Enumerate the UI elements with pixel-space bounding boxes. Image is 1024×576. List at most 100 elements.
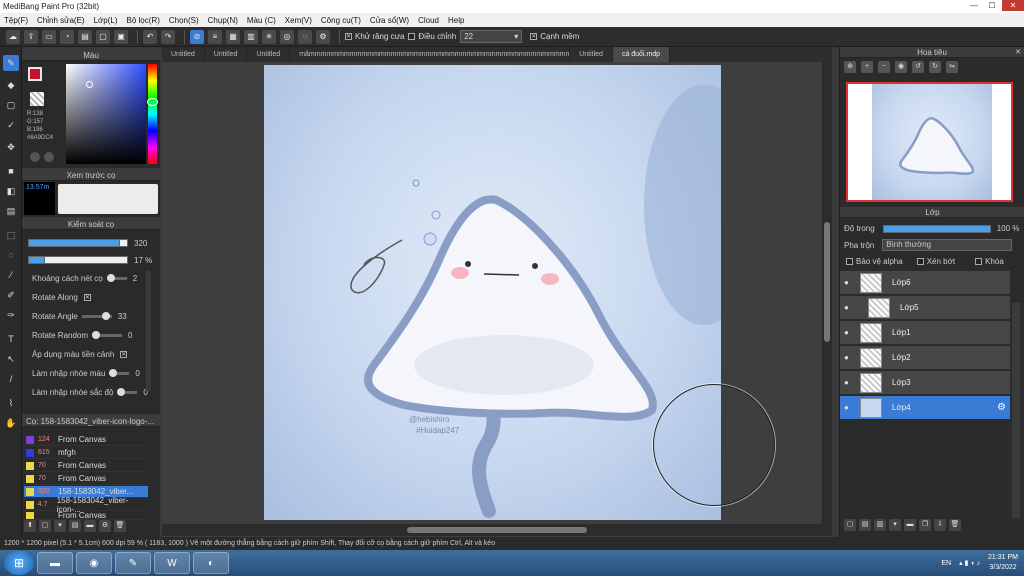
shape-icon[interactable]: ■ bbox=[3, 163, 19, 179]
palette-icon[interactable] bbox=[44, 152, 54, 162]
brush-item[interactable]: From Canvas bbox=[24, 512, 148, 520]
rotate-right-icon[interactable]: ↻ bbox=[929, 61, 941, 73]
menu-filter[interactable]: Bộ lọc(R) bbox=[127, 16, 160, 25]
visibility-eye-icon[interactable]: ● bbox=[844, 328, 852, 337]
layer-menu-icon[interactable]: ▾ bbox=[889, 519, 901, 531]
grid-snap-icon[interactable]: ▦ bbox=[226, 29, 240, 44]
new-8bit-layer-icon[interactable]: ▥ bbox=[874, 519, 886, 531]
curve-snap-icon[interactable]: ◌ bbox=[298, 29, 312, 44]
layer-row[interactable]: ● Lớp5 bbox=[840, 296, 1010, 320]
operation-icon[interactable]: ↖ bbox=[3, 351, 19, 367]
upload-icon[interactable]: ⇪ bbox=[24, 29, 38, 44]
horizontal-scrollbar[interactable] bbox=[162, 524, 832, 536]
zoom-out-icon[interactable]: − bbox=[878, 61, 890, 73]
close-panel-icon[interactable]: ✕ bbox=[1015, 47, 1021, 58]
visibility-eye-icon[interactable]: ● bbox=[844, 303, 852, 312]
visibility-eye-icon[interactable]: ● bbox=[844, 353, 852, 362]
medibang-icon[interactable]: ◐ bbox=[193, 552, 229, 574]
foreground-color[interactable] bbox=[28, 67, 42, 81]
brush-item[interactable]: 70 From Canvas bbox=[24, 473, 148, 485]
correction-checkbox[interactable] bbox=[408, 33, 416, 40]
delete-icon[interactable]: 🗑 bbox=[114, 520, 126, 532]
new-brush-icon[interactable]: ▤ bbox=[69, 520, 81, 532]
brush-item[interactable]: 124 From Canvas bbox=[24, 434, 148, 446]
snap-off-icon[interactable]: ⊘ bbox=[190, 29, 204, 44]
new-layer-icon[interactable]: ▢ bbox=[844, 519, 856, 531]
rotate-angle-knob[interactable] bbox=[101, 312, 110, 320]
layer-row[interactable]: ● Lớp3 bbox=[840, 371, 1010, 395]
gradient-icon[interactable]: ▤ bbox=[3, 203, 19, 219]
close-button[interactable]: ✕ bbox=[1002, 0, 1024, 11]
rotate-angle-slider[interactable] bbox=[81, 312, 112, 320]
hue-slider-handle[interactable] bbox=[147, 98, 158, 106]
select-eraser-icon[interactable]: ✑ bbox=[3, 307, 19, 323]
new-file-icon[interactable]: ▢ bbox=[96, 29, 110, 44]
menu-snap[interactable]: Chụp(N) bbox=[208, 16, 238, 25]
undo-icon[interactable]: ↶ bbox=[143, 29, 157, 44]
spacing-knob[interactable] bbox=[106, 274, 115, 282]
menu-cloud[interactable]: Cloud bbox=[418, 16, 439, 25]
layer-folder-icon[interactable]: ▬ bbox=[904, 519, 916, 531]
layer-row-selected[interactable]: ● Lớp4 ⚙ bbox=[840, 396, 1010, 420]
document-icon[interactable]: ▤ bbox=[78, 29, 92, 44]
blend-color-knob[interactable] bbox=[109, 369, 118, 377]
settings-gear-icon[interactable]: ⚙ bbox=[316, 29, 330, 44]
start-button-icon[interactable]: ⊞ bbox=[4, 551, 34, 575]
menu-tools[interactable]: Công cụ(T) bbox=[321, 16, 361, 25]
layer-row[interactable]: ● Lớp6 bbox=[840, 271, 1010, 295]
antialias-checkbox[interactable]: ✕ bbox=[345, 33, 352, 40]
selection-icon[interactable]: ⬚ bbox=[3, 227, 19, 243]
pen-icon[interactable]: ✓ bbox=[3, 117, 19, 133]
blend-color-slider[interactable] bbox=[109, 369, 130, 377]
menu-color[interactable]: Màu (C) bbox=[247, 16, 276, 25]
correction-select[interactable]: 22 bbox=[460, 30, 523, 43]
layer-row[interactable]: ● Lớp1 bbox=[840, 321, 1010, 345]
cloud-icon[interactable]: ☁ bbox=[6, 29, 20, 44]
brush-item[interactable]: 70 From Canvas bbox=[24, 460, 148, 472]
move-icon[interactable]: ✥ bbox=[3, 139, 19, 155]
rotate-random-slider[interactable] bbox=[92, 331, 123, 339]
brush-item[interactable]: 615 mfgh bbox=[24, 447, 148, 459]
saturation-value-square[interactable] bbox=[66, 64, 146, 164]
color-picker-cursor[interactable] bbox=[86, 81, 93, 88]
clock[interactable]: 21:31 PM 3/3/2022 bbox=[988, 553, 1018, 573]
select-pen-icon[interactable]: ✐ bbox=[3, 287, 19, 303]
menu-help[interactable]: Help bbox=[448, 16, 464, 25]
divide-icon[interactable]: / bbox=[3, 371, 19, 387]
duplicate-layer-icon[interactable]: ❐ bbox=[919, 519, 931, 531]
tab-untitled-2[interactable]: Untitled bbox=[205, 47, 248, 62]
hand-icon[interactable]: ✋ bbox=[3, 415, 19, 431]
perspective-snap-icon[interactable]: ▥ bbox=[244, 29, 258, 44]
layer-settings-gear-icon[interactable]: ⚙ bbox=[997, 402, 1006, 413]
flip-icon[interactable]: ⇋ bbox=[946, 61, 958, 73]
zoom-actual-icon[interactable]: ◉ bbox=[895, 61, 907, 73]
radial-snap-icon[interactable]: ✳ bbox=[262, 29, 276, 44]
clipping-checkbox[interactable] bbox=[916, 258, 924, 265]
text-icon[interactable]: T bbox=[3, 331, 19, 347]
menu-window[interactable]: Cửa sổ(W) bbox=[370, 16, 409, 25]
chat-icon[interactable]: ◔ bbox=[60, 29, 74, 44]
file-explorer-icon[interactable]: ▬ bbox=[37, 552, 73, 574]
lock-checkbox[interactable] bbox=[975, 258, 983, 265]
menu-edit[interactable]: Chỉnh sửa(E) bbox=[37, 16, 85, 25]
hue-slider[interactable] bbox=[148, 64, 157, 164]
fg-color-checkbox[interactable]: ✕ bbox=[120, 351, 128, 358]
vertical-scrollbar[interactable] bbox=[822, 62, 832, 524]
brush-item[interactable]: 4.7 158-1583042_viber-icon-... bbox=[24, 496, 148, 514]
transparent-color[interactable] bbox=[30, 92, 44, 106]
menu-layer[interactable]: Lớp(L) bbox=[94, 16, 118, 25]
tray-icons[interactable]: ▴ ▮ ◖ ♪ bbox=[959, 559, 980, 567]
blend-shade-knob[interactable] bbox=[117, 388, 126, 396]
fill-icon[interactable]: ◧ bbox=[3, 183, 19, 199]
word-icon[interactable]: W bbox=[154, 552, 190, 574]
eraser-icon[interactable]: ◆ bbox=[3, 77, 19, 93]
soft-edge-checkbox[interactable]: ✕ bbox=[530, 33, 538, 40]
zoom-in-icon[interactable]: + bbox=[861, 61, 873, 73]
rotate-left-icon[interactable]: ↺ bbox=[912, 61, 924, 73]
control-scrollbar[interactable] bbox=[146, 271, 151, 391]
protect-alpha-checkbox[interactable] bbox=[846, 258, 853, 265]
parallel-snap-icon[interactable]: ≡ bbox=[208, 29, 222, 44]
upload-brush-icon[interactable]: ⬆ bbox=[24, 520, 36, 532]
zoom-fit-icon[interactable]: ⊕ bbox=[844, 61, 856, 73]
folder-icon[interactable]: ▬ bbox=[84, 520, 96, 532]
